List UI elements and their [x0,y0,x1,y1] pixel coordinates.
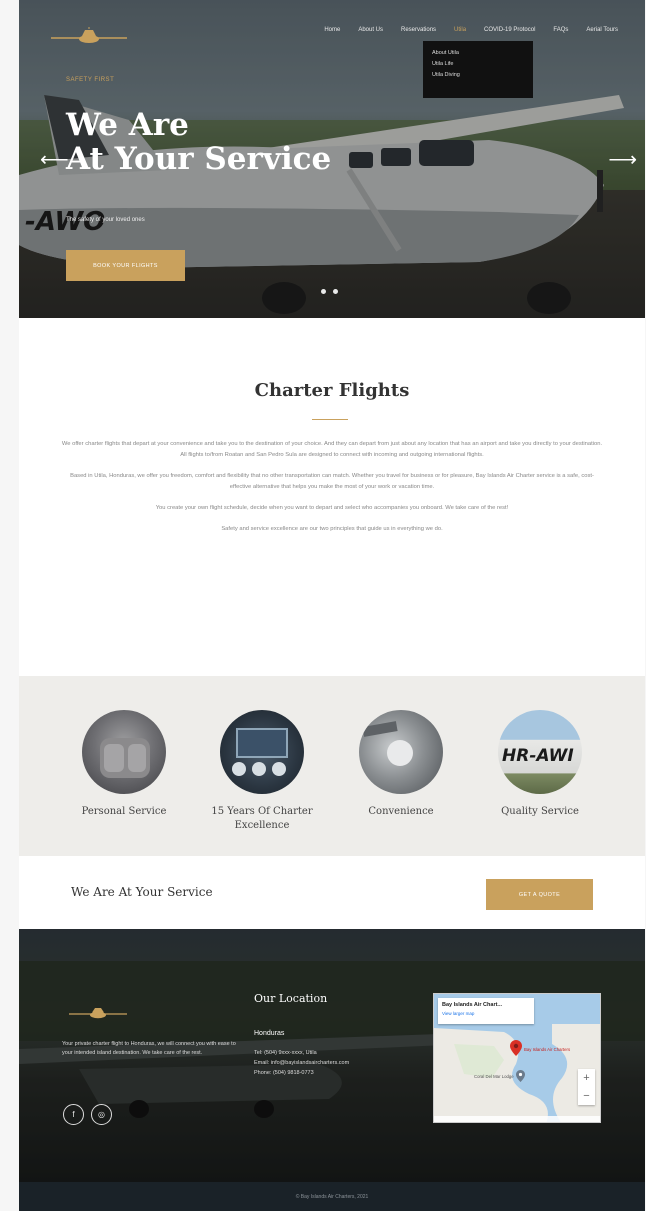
slider-dot-2[interactable] [333,289,338,294]
footer-about-text: Your private charter flight to Honduras,… [62,1041,236,1056]
feature-label: Convenience [368,806,434,817]
charter-divider [312,419,348,420]
footer-location-title: Our Location [254,992,328,1005]
feature-convenience: Convenience [341,710,461,819]
features-section: Personal Service 15 Years Of Charter Exc… [19,676,645,856]
map-info-card: Bay Islands Air Chart... View larger map [438,998,534,1024]
footer-location-phone[interactable]: Phone: (504) 9818-0773 [254,1068,349,1078]
nav-about-us[interactable]: About Us [349,25,392,35]
charter-paragraph-2: Based in Utila, Honduras, we offer you f… [70,473,594,490]
hero-subtitle: The safety of your loved ones [66,217,145,223]
map-zoom-in-button[interactable]: + [578,1069,595,1087]
map-card-title: Bay Islands Air Chart... [442,1002,503,1008]
map-place-icon [516,1070,525,1082]
map-pin-label: Bay Islands Air Charters [524,1047,571,1052]
feature-label: Personal Service [81,806,167,817]
charter-paragraph-4: Safety and service excellence are our tw… [221,526,443,532]
charter-paragraph-3: You create your own flight schedule, dec… [155,505,509,511]
nav-aerial-tours[interactable]: Aerial Tours [577,25,627,35]
dropdown-item-about-utila[interactable]: About Utila [432,48,524,59]
nav-faqs[interactable]: FAQs [544,25,577,35]
footer-location-subtitle: Honduras [254,1030,285,1037]
footer: Your private charter flight to Honduras,… [19,929,645,1182]
map-attribution-bar [434,1116,600,1122]
book-flights-button[interactable]: BOOK YOUR FLIGHTS [66,250,185,281]
nav-covid-protocol[interactable]: COVID-19 Protocol [475,25,544,35]
map-view-larger-link[interactable]: View larger map [442,1011,530,1016]
get-quote-button[interactable]: GET A QUOTE [486,879,593,910]
feature-quality-service: HR-AWI Quality Service [480,710,600,819]
nav-reservations[interactable]: Reservations [392,25,445,35]
page: -AWO Home About Us Reservations Utila CO… [19,0,645,1211]
map-pin-icon[interactable] [510,1040,522,1056]
instagram-icon[interactable]: ◎ [91,1104,112,1125]
utila-dropdown-menu: About Utila Utila Life Utila Diving [423,41,533,98]
slider-dots [321,289,338,294]
nav-utila[interactable]: Utila [445,25,475,35]
charter-paragraph-1: We offer charter flights that depart at … [61,441,603,458]
feature-label: Quality Service [501,806,579,817]
hero-title-line-2: At Your Service [66,141,332,177]
dropdown-item-utila-diving[interactable]: Utila Diving [432,70,524,81]
main-nav: Home About Us Reservations Utila COVID-1… [315,25,627,35]
feature-image-propeller [359,710,443,794]
cta-band: We Are At Your Service GET A QUOTE [19,856,645,929]
feature-charter-excellence: 15 Years Of Charter Excellence [202,710,322,833]
feature-image-tail: HR-AWI [498,710,582,794]
charter-flights-section: Charter Flights We offer charter flights… [19,318,645,676]
hero-kicker: SAFETY FIRST [66,77,115,83]
arrow-right-icon[interactable]: ⟶ [608,150,637,170]
feature-image-cockpit [220,710,304,794]
copyright-text: © Bay Islands Air Charters, 2021 [295,1194,369,1200]
hero-slider: -AWO Home About Us Reservations Utila CO… [19,0,645,318]
arrow-left-icon[interactable]: ⟵ [40,150,69,170]
hero-title: We Are At Your Service [66,108,331,176]
hero-title-line-1: We Are [66,107,189,143]
footer-location-line: Tel: (504) 9xxx-xxxx, Utila [254,1050,317,1056]
location-map[interactable]: Bay Islands Air Chart... View larger map… [433,993,601,1123]
airplane-logo-icon[interactable] [49,25,129,51]
feature-image-seats [82,710,166,794]
charter-title: Charter Flights [254,380,410,401]
feature-label: 15 Years Of Charter Excellence [211,806,313,831]
copyright-bar: © Bay Islands Air Charters, 2021 [19,1182,645,1211]
footer-location-email[interactable]: Email: info@bayislandsaircharters.com [254,1058,349,1068]
dropdown-item-utila-life[interactable]: Utila Life [432,59,524,70]
feature-personal-service: Personal Service [64,710,184,819]
cta-text: We Are At Your Service [71,885,213,899]
map-zoom-out-button[interactable]: − [578,1087,595,1105]
slider-dot-1[interactable] [321,289,326,294]
footer-airplane-logo-icon[interactable] [68,1004,128,1024]
charter-body: We offer charter flights that depart at … [60,439,604,545]
nav-home[interactable]: Home [315,25,349,35]
facebook-icon[interactable]: f [63,1104,84,1125]
map-place-label: Coral Del Mar Lodge [474,1074,514,1079]
map-zoom-controls: + − [578,1069,595,1105]
footer-location-lines: Tel: (504) 9xxx-xxxx, Utila Email: info@… [254,1048,349,1078]
